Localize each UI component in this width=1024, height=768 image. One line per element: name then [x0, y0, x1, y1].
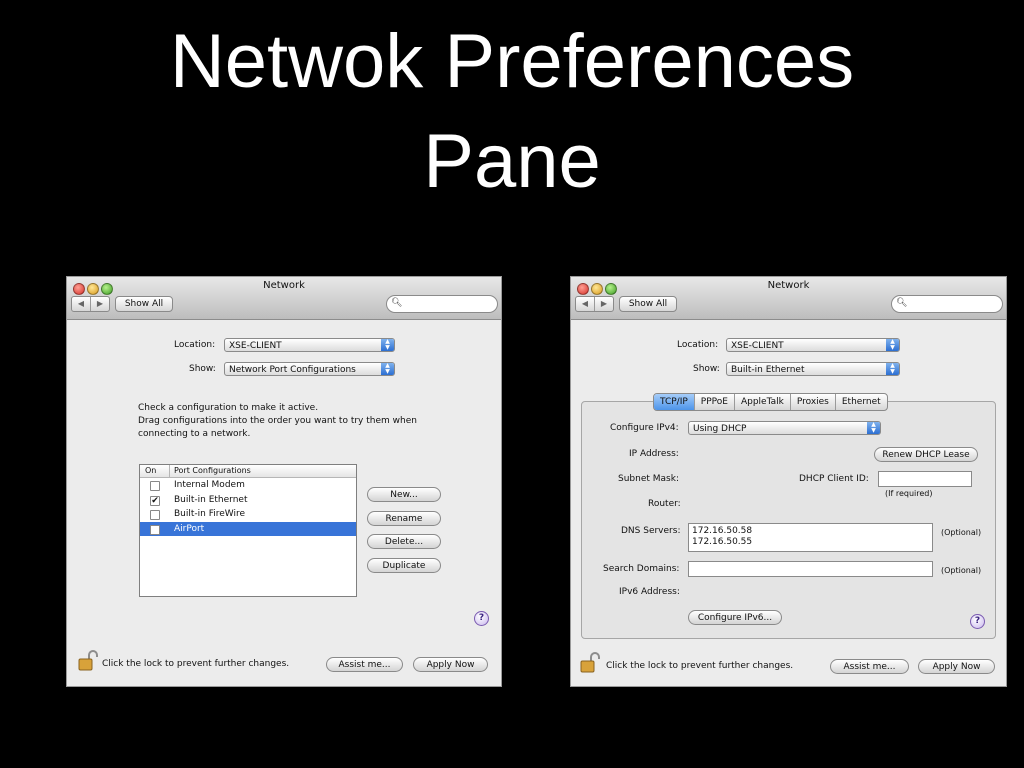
- forward-arrow-icon[interactable]: ▶: [594, 297, 613, 311]
- dns-servers-field[interactable]: 172.16.50.58 172.16.50.55: [688, 523, 933, 552]
- subnet-mask-label: Subnet Mask:: [618, 474, 679, 484]
- slide-title: Netwok Preferences Pane: [0, 12, 1024, 212]
- port-name: Built-in Ethernet: [174, 494, 248, 505]
- show-label: Show:: [693, 364, 720, 374]
- configure-ipv4-label: Configure IPv4:: [610, 423, 679, 433]
- show-popup[interactable]: Built-in Ethernet ▲ ▼: [726, 362, 900, 376]
- search-domains-field[interactable]: [688, 561, 933, 577]
- tab-bar: TCP/IP PPPoE AppleTalk Proxies Ethernet: [653, 393, 888, 411]
- assist-me-button[interactable]: Assist me...: [326, 657, 403, 672]
- table-header: On Port Configurations: [140, 465, 356, 478]
- search-field[interactable]: 🔍︎: [386, 295, 498, 313]
- instruction-line: Check a configuration to make it active.: [138, 403, 319, 413]
- column-header-on[interactable]: On: [145, 465, 156, 477]
- column-header-port[interactable]: Port Configurations: [169, 465, 251, 477]
- magnifier-icon: 🔍︎: [391, 298, 403, 308]
- rename-button[interactable]: Rename: [367, 511, 441, 526]
- tab-pppoe[interactable]: PPPoE: [693, 394, 734, 410]
- up-down-arrows-icon: ▲ ▼: [886, 339, 899, 351]
- window-toolbar: Network ◀ ▶ Show All 🔍︎: [571, 277, 1006, 320]
- forward-arrow-icon[interactable]: ▶: [90, 297, 109, 311]
- nav-buttons: ◀ ▶: [575, 296, 614, 312]
- duplicate-button[interactable]: Duplicate: [367, 558, 441, 573]
- location-label: Location:: [677, 340, 719, 350]
- tab-tcpip[interactable]: TCP/IP: [654, 394, 694, 410]
- dns-servers-label: DNS Servers:: [621, 526, 681, 536]
- port-checkbox[interactable]: [150, 481, 160, 491]
- show-value: Built-in Ethernet: [731, 365, 805, 375]
- port-checkbox[interactable]: [150, 510, 160, 520]
- port-checkbox[interactable]: [150, 524, 160, 535]
- up-down-arrows-icon: ▲ ▼: [381, 339, 394, 351]
- show-popup[interactable]: Network Port Configurations ▲ ▼: [224, 362, 395, 376]
- location-value: XSE-CLIENT: [731, 341, 784, 351]
- up-down-arrows-icon: ▲ ▼: [381, 363, 394, 375]
- optional-note: (Optional): [941, 528, 982, 537]
- table-row[interactable]: Built-in FireWire: [140, 507, 356, 522]
- network-window-port-configurations: Network ◀ ▶ Show All 🔍︎ Location: XSE-CLI…: [66, 276, 502, 687]
- location-label: Location:: [174, 340, 216, 350]
- tab-proxies[interactable]: Proxies: [789, 394, 835, 410]
- slide-title-line2: Pane: [423, 119, 601, 204]
- search-field[interactable]: 🔍︎: [891, 295, 1003, 313]
- instruction-line: Drag configurations into the order you w…: [138, 416, 417, 426]
- router-label: Router:: [648, 499, 681, 509]
- port-checkbox[interactable]: ✔: [150, 495, 160, 506]
- instructions: Check a configuration to make it active.…: [138, 402, 417, 441]
- help-button[interactable]: ?: [474, 611, 489, 626]
- lock-text: Click the lock to prevent further change…: [102, 659, 290, 669]
- location-value: XSE-CLIENT: [229, 341, 282, 351]
- instruction-line: connecting to a network.: [138, 429, 251, 439]
- magnifier-icon: 🔍︎: [896, 298, 908, 308]
- if-required-note: (If required): [885, 489, 933, 498]
- table-row[interactable]: Internal Modem: [140, 478, 356, 493]
- table-row[interactable]: ✔ Built-in Ethernet: [140, 493, 356, 508]
- dhcp-client-id-label: DHCP Client ID:: [799, 474, 869, 484]
- renew-dhcp-lease-button[interactable]: Renew DHCP Lease: [874, 447, 978, 462]
- show-all-button[interactable]: Show All: [619, 296, 677, 312]
- window-title: Network: [767, 280, 810, 291]
- delete-button[interactable]: Delete...: [367, 534, 441, 549]
- show-all-button[interactable]: Show All: [115, 296, 173, 312]
- port-name: Internal Modem: [174, 480, 245, 490]
- configure-ipv6-button[interactable]: Configure IPv6...: [688, 610, 782, 625]
- location-popup[interactable]: XSE-CLIENT ▲ ▼: [224, 338, 395, 352]
- ip-address-label: IP Address:: [629, 449, 679, 459]
- padlock-icon[interactable]: [580, 652, 600, 674]
- new-button[interactable]: New...: [367, 487, 441, 502]
- port-name: AirPort: [174, 523, 205, 534]
- lock-text: Click the lock to prevent further change…: [606, 661, 794, 671]
- table-row-selected[interactable]: AirPort: [140, 521, 356, 536]
- ipv6-address-label: IPv6 Address:: [619, 587, 680, 597]
- nav-buttons: ◀ ▶: [71, 296, 110, 312]
- dns-server-entry: 172.16.50.55: [692, 537, 753, 547]
- port-name: Built-in FireWire: [174, 509, 246, 519]
- dns-server-entry: 172.16.50.58: [692, 526, 753, 536]
- show-label: Show:: [189, 364, 216, 374]
- port-configurations-table: On Port Configurations Internal Modem ✔ …: [139, 464, 357, 597]
- apply-now-button[interactable]: Apply Now: [413, 657, 488, 672]
- apply-now-button[interactable]: Apply Now: [918, 659, 995, 674]
- tab-content-box: [581, 401, 996, 639]
- configure-ipv4-popup[interactable]: Using DHCP ▲ ▼: [688, 421, 881, 435]
- window-toolbar: Network ◀ ▶ Show All 🔍︎: [67, 277, 501, 320]
- tab-ethernet[interactable]: Ethernet: [834, 394, 887, 410]
- help-button[interactable]: ?: [970, 614, 985, 629]
- assist-me-button[interactable]: Assist me...: [830, 659, 909, 674]
- tab-appletalk[interactable]: AppleTalk: [733, 394, 790, 410]
- dhcp-client-id-field[interactable]: [878, 471, 972, 487]
- padlock-icon[interactable]: [78, 650, 98, 672]
- back-arrow-icon[interactable]: ◀: [72, 297, 90, 311]
- show-value: Network Port Configurations: [229, 365, 356, 375]
- up-down-arrows-icon: ▲ ▼: [867, 422, 880, 434]
- location-popup[interactable]: XSE-CLIENT ▲ ▼: [726, 338, 900, 352]
- back-arrow-icon[interactable]: ◀: [576, 297, 594, 311]
- configure-ipv4-value: Using DHCP: [693, 424, 747, 434]
- optional-note: (Optional): [941, 566, 982, 575]
- network-window-tcpip: Network ◀ ▶ Show All 🔍︎ Location: XSE-CLI…: [570, 276, 1007, 687]
- up-down-arrows-icon: ▲ ▼: [886, 363, 899, 375]
- search-domains-label: Search Domains:: [603, 564, 680, 574]
- window-title: Network: [263, 280, 305, 291]
- slide-title-line1: Netwok Preferences: [169, 19, 855, 104]
